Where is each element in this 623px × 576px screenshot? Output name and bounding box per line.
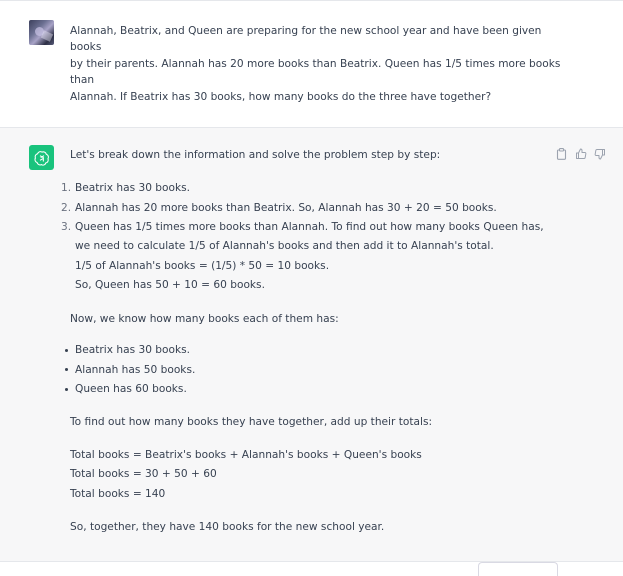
step-number: 2. — [61, 202, 72, 214]
user-message-line: Alannah. If Beatrix has 30 books, how ma… — [70, 90, 492, 103]
calc-line: Total books = 140 — [70, 488, 166, 500]
user-message-line: than — [70, 74, 95, 87]
regenerate-button-edge[interactable] — [478, 562, 558, 576]
bullet-item: Beatrix has 30 books. — [75, 344, 191, 356]
step-text: So, Queen has 50 + 10 = 60 books. — [75, 279, 265, 291]
step-text: Alannah has 20 more books than Beatrix. … — [75, 202, 497, 214]
bullet-item: Queen has 60 books. — [75, 383, 187, 395]
copy-icon[interactable] — [555, 147, 568, 160]
chatgpt-logo-icon — [29, 145, 54, 170]
conclusion-text: So, together, they have 140 books for th… — [70, 521, 385, 533]
intro-text: Let's break down the information and sol… — [70, 149, 441, 161]
user-message-line: books — [70, 41, 102, 54]
step-text: Queen has 1/5 times more books than Alan… — [75, 221, 544, 233]
step-number: 1. — [61, 182, 72, 194]
bullet-item: Alannah has 50 books. — [75, 364, 196, 376]
thumbs-up-icon[interactable] — [574, 147, 587, 160]
total-intro: To find out how many books they have tog… — [70, 416, 433, 428]
calc-line: Total books = Beatrix's books + Alannah'… — [70, 449, 422, 461]
user-message-text: Alannah, Beatrix, and Queen are preparin… — [70, 23, 561, 105]
message-actions — [555, 147, 606, 160]
step-number: 3. — [61, 221, 72, 233]
bullet-marker — [65, 368, 68, 371]
calc-line: Total books = 30 + 50 + 60 — [70, 468, 217, 480]
step-text: we need to calculate 1/5 of Alannah's bo… — [75, 240, 494, 252]
user-message-line: Alannah, Beatrix, and Queen are preparin… — [70, 25, 542, 37]
step-text: Beatrix has 30 books. — [75, 182, 191, 194]
bullet-marker — [65, 349, 68, 352]
user-avatar — [29, 20, 54, 45]
user-message: Alannah, Beatrix, and Queen are preparin… — [0, 0, 623, 128]
user-message-line: by their parents. Alannah has 20 more bo… — [70, 57, 561, 70]
bullet-marker — [65, 388, 68, 391]
summary-intro: Now, we know how many books each of them… — [70, 313, 339, 325]
step-text: 1/5 of Alannah's books = (1/5) * 50 = 10… — [75, 260, 330, 272]
thumbs-down-icon[interactable] — [593, 147, 606, 160]
